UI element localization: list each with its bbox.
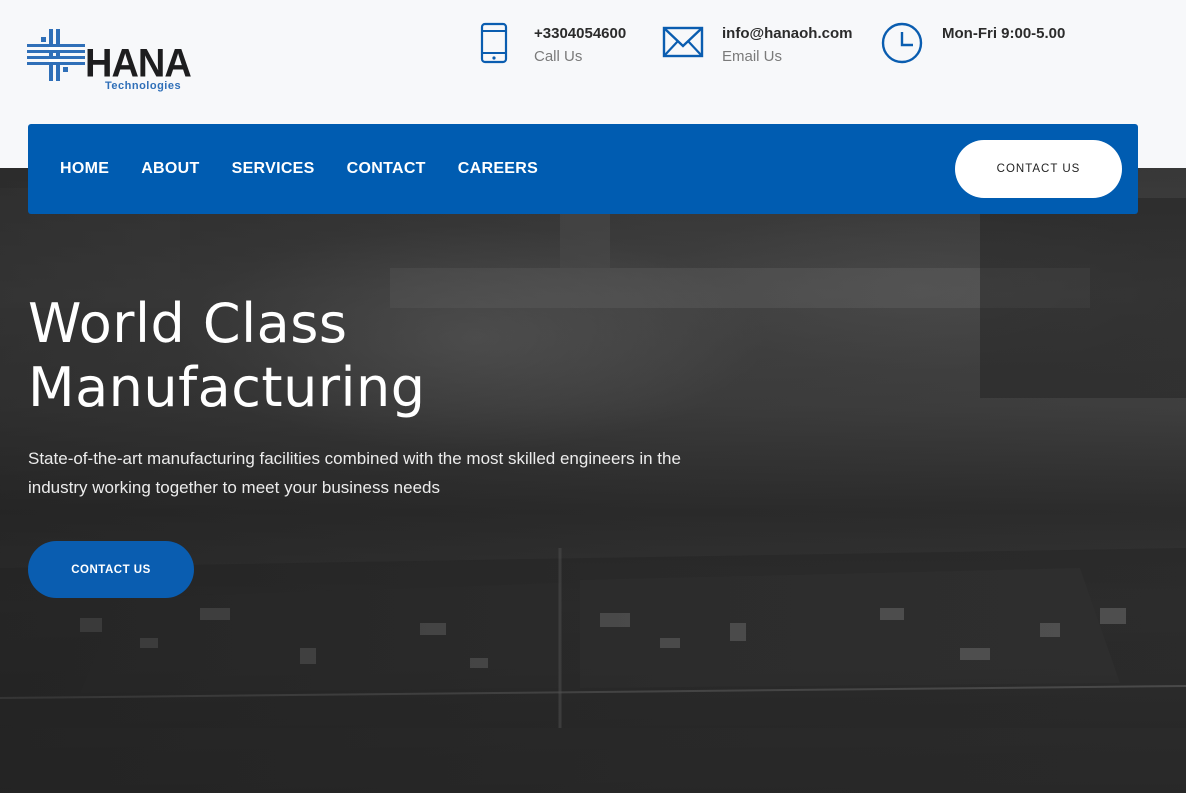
email-label: Email Us [722, 48, 783, 65]
nav-links: HOME ABOUT SERVICES CONTACT CAREERS [60, 124, 570, 214]
logo-tagline: Technologies [105, 80, 182, 92]
clock-icon [881, 22, 923, 64]
nav-careers[interactable]: CAREERS [458, 160, 538, 178]
hours-text: Mon-Fri 9:00-5.00 [942, 25, 1066, 42]
phone-number[interactable]: +3304054600 [534, 25, 626, 42]
hero-contact-button[interactable]: CONTACT US [28, 541, 194, 598]
nav-contact[interactable]: CONTACT [347, 160, 426, 178]
email-address[interactable]: info@hanaoh.com [722, 25, 852, 42]
hero-title: World Class Manufacturing [28, 292, 728, 420]
nav-contact-us-button[interactable]: CONTACT US [955, 140, 1122, 198]
hero-description: State-of-the-art manufacturing facilitie… [28, 449, 681, 497]
hero-title-line2: Manufacturing [28, 356, 426, 419]
mobile-phone-icon [480, 22, 508, 64]
hero-section: World Class Manufacturing State-of-the-a… [0, 168, 1186, 793]
phone-label: Call Us [534, 48, 583, 65]
envelope-icon [662, 26, 704, 58]
hero-title-line1: World Class [28, 292, 348, 355]
nav-services[interactable]: SERVICES [232, 160, 315, 178]
logo-mark-icon [27, 29, 85, 81]
nav-about[interactable]: ABOUT [141, 160, 199, 178]
nav-home[interactable]: HOME [60, 160, 109, 178]
company-logo[interactable]: HANA Technologies [27, 27, 192, 97]
main-navbar: HOME ABOUT SERVICES CONTACT CAREERS CONT… [28, 124, 1138, 214]
